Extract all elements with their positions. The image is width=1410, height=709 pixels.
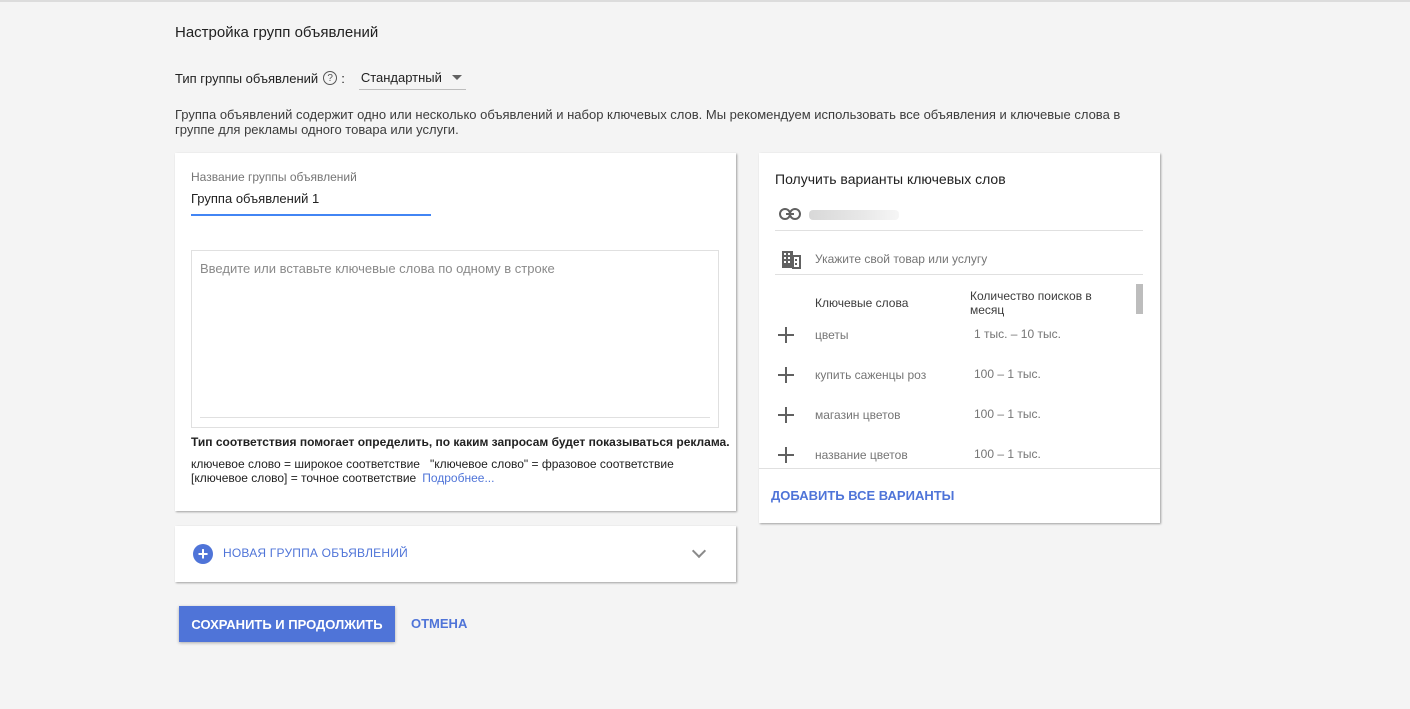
link-icon: [779, 208, 801, 220]
plus-icon[interactable]: [778, 327, 794, 343]
keyword-ideas-card: Получить варианты ключевых слов Укажите …: [759, 153, 1160, 523]
keyword-idea-text: название цветов: [815, 448, 908, 462]
match-type-broad-phrase: ключевое слово = широкое соответствие "к…: [191, 457, 674, 471]
keyword-idea-volume: 1 тыс. – 10 тыс.: [974, 327, 1061, 341]
ad-group-type-colon: :: [341, 70, 345, 86]
keyword-ideas-title: Получить варианты ключевых слов: [775, 171, 1006, 187]
new-ad-group-label[interactable]: НОВАЯ ГРУППА ОБЪЯВЛЕНИЙ: [223, 546, 408, 560]
ad-group-type-value: Стандартный: [360, 70, 442, 85]
match-type-line-1: ключевое слово = широкое соответствие "к…: [191, 457, 674, 471]
keywords-textarea[interactable]: Введите или вставьте ключевые слова по о…: [191, 250, 719, 428]
keyword-ideas-scrollbar[interactable]: [1136, 284, 1143, 314]
page-title: Настройка групп объявлений: [175, 24, 379, 41]
match-type-exact: [ключевое слово] = точное соответствие: [191, 471, 417, 485]
ad-group-type-row: Тип группы объявлений ? : Стандартный: [175, 66, 466, 90]
chevron-down-icon[interactable]: [691, 543, 707, 559]
more-info-link[interactable]: Подробнее...: [422, 471, 494, 485]
keyword-idea-volume: 100 – 1 тыс.: [974, 367, 1041, 381]
ad-group-card: Название группы объявлений Группа объявл…: [175, 153, 736, 511]
caret-down-icon: [451, 75, 462, 80]
keyword-idea-row: магазин цветов 100 – 1 тыс.: [775, 403, 1143, 443]
keyword-idea-row: купить саженцы роз 100 – 1 тыс.: [775, 363, 1143, 403]
keyword-idea-text: магазин цветов: [815, 408, 901, 422]
landing-page-row[interactable]: [775, 201, 1143, 231]
plus-circle-icon[interactable]: +: [193, 544, 213, 564]
product-service-row[interactable]: Укажите свой товар или услугу: [775, 245, 1143, 275]
ad-group-description: Группа объявлений содержит одно или неск…: [175, 107, 1121, 137]
keyword-idea-volume: 100 – 1 тыс.: [974, 407, 1041, 421]
keyword-ideas-list: цветы 1 тыс. – 10 тыс. купить саженцы ро…: [775, 323, 1143, 468]
match-type-line-2: [ключевое слово] = точное соответствие По…: [191, 471, 494, 485]
keywords-placeholder: Введите или вставьте ключевые слова по о…: [200, 261, 555, 276]
landing-page-url-blurred: [809, 210, 899, 220]
ad-group-name-label: Название группы объявлений: [191, 170, 357, 184]
plus-icon[interactable]: [778, 407, 794, 423]
column-header-keywords: Ключевые слова: [815, 296, 909, 310]
plus-icon[interactable]: [778, 367, 794, 383]
keyword-ideas-divider: [759, 468, 1160, 469]
match-type-title: Тип соответствия помогает определить, по…: [191, 435, 730, 449]
ad-group-type-label: Тип группы объявлений: [175, 70, 319, 86]
keyword-idea-text: купить саженцы роз: [815, 368, 927, 382]
save-and-continue-button[interactable]: СОХРАНИТЬ И ПРОДОЛЖИТЬ: [179, 606, 395, 642]
help-circle-icon[interactable]: ?: [323, 71, 338, 85]
ad-group-name-input[interactable]: Группа объявлений 1: [191, 191, 431, 216]
keywords-underline: [200, 417, 710, 418]
ad-group-type-select[interactable]: Стандартный: [358, 66, 466, 90]
product-service-placeholder: Укажите свой товар или услугу: [815, 252, 988, 266]
keyword-idea-text: цветы: [815, 328, 849, 342]
new-ad-group-card[interactable]: + НОВАЯ ГРУППА ОБЪЯВЛЕНИЙ: [175, 526, 736, 582]
building-icon: [782, 251, 801, 269]
cancel-button[interactable]: ОТМЕНА: [411, 616, 467, 631]
plus-icon[interactable]: [778, 447, 794, 463]
keyword-idea-row: цветы 1 тыс. – 10 тыс.: [775, 323, 1143, 363]
keyword-idea-row: название цветов 100 – 1 тыс.: [775, 443, 1143, 468]
keyword-idea-volume: 100 – 1 тыс.: [974, 447, 1041, 461]
add-all-ideas-button[interactable]: ДОБАВИТЬ ВСЕ ВАРИАНТЫ: [771, 488, 954, 503]
column-header-volume: Количество поисков в месяц: [970, 289, 1092, 317]
